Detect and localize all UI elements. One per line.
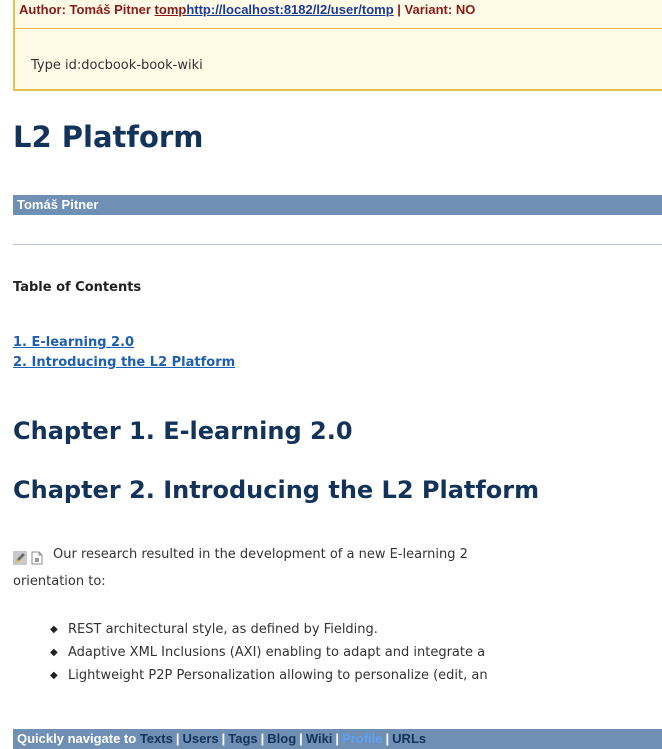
author-prefix: Author: Tomáš Pitner bbox=[19, 2, 155, 17]
paragraph-line-2: orientation to: bbox=[13, 574, 106, 589]
author-bar: Tomáš Pitner bbox=[13, 195, 662, 215]
nav-separator: | bbox=[221, 731, 226, 746]
nav-separator: | bbox=[260, 731, 265, 746]
info-box: Author: Tomáš Pitner tomphttp://localhos… bbox=[13, 0, 662, 91]
paragraph-icons bbox=[13, 541, 47, 568]
document-icon[interactable] bbox=[30, 548, 44, 564]
quick-nav-label: Quickly navigate to bbox=[17, 731, 137, 746]
toc-list: 1. E-learning 2.0 2. Introducing the L2 … bbox=[13, 333, 235, 373]
nav-link-urls[interactable]: URLs bbox=[392, 731, 426, 746]
feature-list: REST architectural style, as defined by … bbox=[50, 618, 488, 687]
nav-link-blog[interactable]: Blog bbox=[267, 731, 296, 746]
list-item: Adaptive XML Inclusions (AXI) enabling t… bbox=[50, 641, 488, 664]
nav-separator: | bbox=[385, 731, 390, 746]
toc-link-chapter-1[interactable]: 1. E-learning 2.0 bbox=[13, 335, 134, 350]
edit-icon[interactable] bbox=[13, 548, 27, 565]
nav-link-profile[interactable]: Profile bbox=[342, 731, 382, 746]
nav-separator: | bbox=[335, 731, 340, 746]
author-url-link[interactable]: http://localhost:8182/l2/user/tomp bbox=[186, 2, 393, 17]
nav-link-texts[interactable]: Texts bbox=[140, 731, 173, 746]
chapter-1-heading: Chapter 1. E-learning 2.0 bbox=[13, 417, 353, 445]
variant-text: | Variant: NO bbox=[393, 2, 476, 17]
paragraph: Our research resulted in the development… bbox=[13, 541, 662, 595]
paragraph-line-1: Our research resulted in the development… bbox=[53, 547, 468, 562]
nav-separator: | bbox=[175, 731, 180, 746]
quick-nav-bar: Quickly navigate to Texts | Users | Tags | Blo… bbox=[13, 729, 662, 749]
toc-link-chapter-2[interactable]: 2. Introducing the L2 Platform bbox=[13, 355, 235, 370]
nav-link-wiki[interactable]: Wiki bbox=[306, 731, 333, 746]
toc-title: Table of Contents bbox=[13, 280, 142, 295]
page-title: L2 Platform bbox=[13, 120, 204, 154]
list-item: REST architectural style, as defined by … bbox=[50, 618, 488, 641]
toc-item: 1. E-learning 2.0 bbox=[13, 333, 235, 353]
type-id-text: Type id:docbook-book-wiki bbox=[31, 58, 203, 73]
nav-link-users[interactable]: Users bbox=[182, 731, 218, 746]
info-divider bbox=[15, 28, 662, 29]
author-info-line: Author: Tomáš Pitner tomphttp://localhos… bbox=[19, 2, 475, 17]
nav-link-tags[interactable]: Tags bbox=[228, 731, 257, 746]
author-link[interactable]: tomp bbox=[155, 2, 187, 17]
nav-separator: | bbox=[299, 731, 303, 746]
chapter-2-heading: Chapter 2. Introducing the L2 Platform bbox=[13, 476, 540, 504]
toc-item: 2. Introducing the L2 Platform bbox=[13, 353, 235, 373]
divider bbox=[13, 244, 662, 245]
list-item: Lightweight P2P Personalization allowing… bbox=[50, 664, 488, 687]
